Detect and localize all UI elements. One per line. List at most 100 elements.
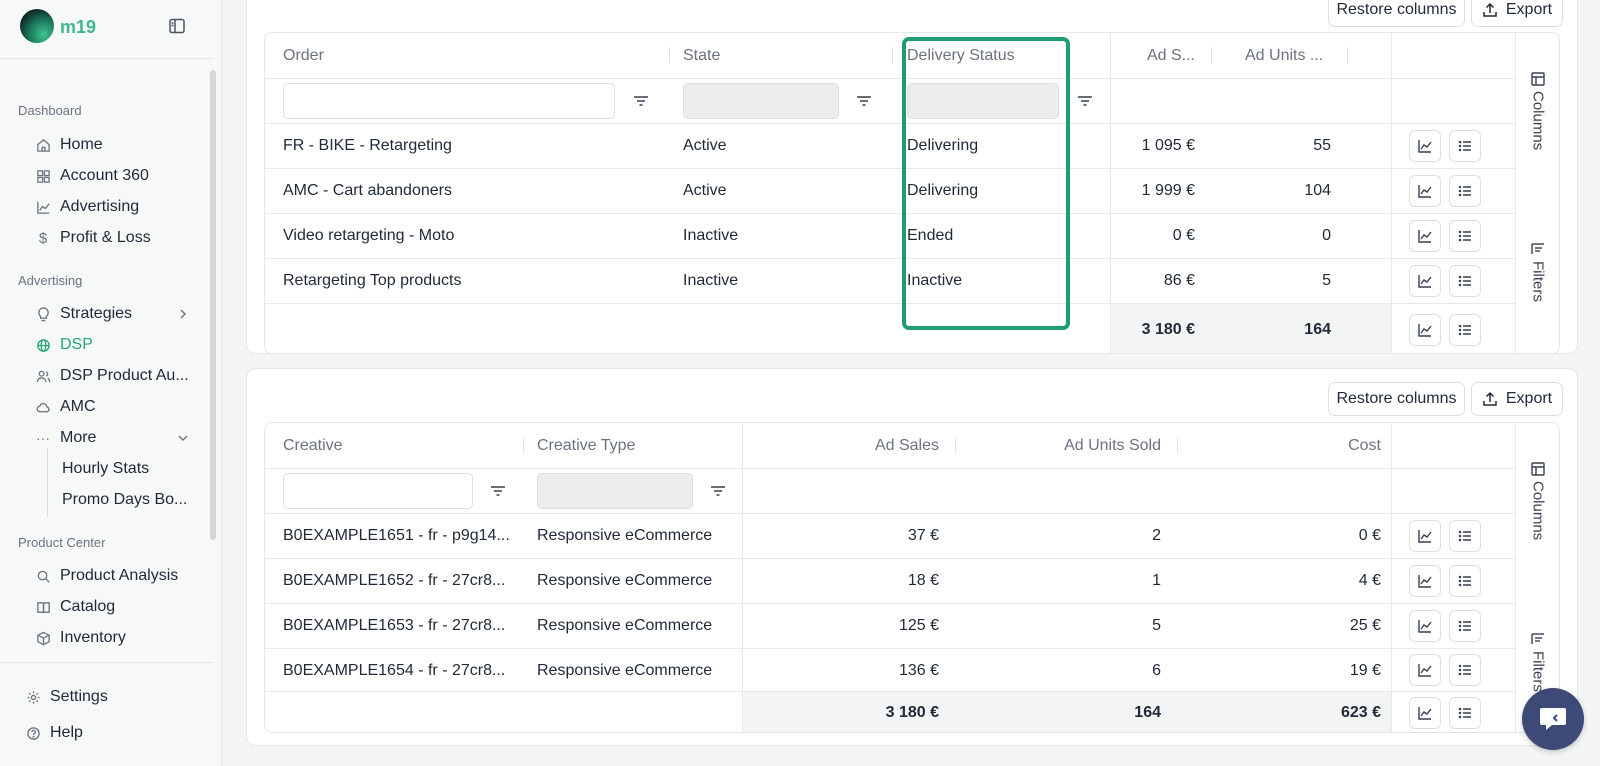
sidebar-item-home[interactable]: Home [34,132,204,158]
cell-creative[interactable]: B0EXAMPLE1653 - fr - 27cr8... [283,604,523,648]
sidebar-item-advertising[interactable]: Advertising [34,194,204,220]
sidebar-item-strategies[interactable]: Strategies [34,301,204,327]
sidebar-item-dsp-product-audiences[interactable]: DSP Product Au... [34,363,204,389]
cell-creative[interactable]: B0EXAMPLE1651 - fr - p9g14... [283,514,523,558]
sidebar-item-help[interactable]: Help [24,720,204,746]
column-header-ad-units-sold[interactable]: Ad Units Sold [965,423,1161,468]
column-separator[interactable] [892,47,893,63]
upload-icon [1483,391,1497,406]
chart-button[interactable] [1409,220,1441,252]
book-icon [34,598,52,616]
column-separator[interactable] [669,47,670,63]
column-header-cost[interactable]: Cost [1185,423,1381,468]
filter-icon[interactable] [854,91,874,111]
sidebar-toggle-icon[interactable] [168,17,186,35]
creative-type-filter-input[interactable] [537,473,693,509]
logo-text: m19 [60,17,97,37]
state-filter-input[interactable] [683,83,839,119]
sidebar-scrollbar[interactable] [210,70,216,540]
restore-columns-button[interactable]: Restore columns [1328,0,1465,27]
chart-button[interactable] [1409,654,1441,686]
details-button[interactable] [1449,220,1481,252]
filters-tab[interactable]: Filters [1526,241,1550,302]
details-button[interactable] [1449,565,1481,597]
sidebar-subitem-promo-days[interactable]: Promo Days Bo... [62,491,187,509]
chart-button[interactable] [1409,130,1441,162]
details-button[interactable] [1449,265,1481,297]
order-filter-input[interactable] [283,83,615,119]
sidebar-item-amc[interactable]: AMC [34,394,204,420]
sidebar-item-catalog[interactable]: Catalog [34,594,204,620]
list-icon [1458,185,1471,197]
total-ad-sales: 3 180 € [885,704,939,721]
restore-columns-button[interactable]: Restore columns [1328,382,1465,416]
details-button[interactable] [1449,654,1481,686]
sidebar-item-settings[interactable]: Settings [24,684,204,710]
sidebar-item-inventory[interactable]: Inventory [34,625,204,651]
column-separator[interactable] [1347,47,1348,63]
chart-button[interactable] [1409,175,1441,207]
total-ad-units: 164 [1304,320,1331,338]
details-button[interactable] [1449,314,1481,346]
details-button[interactable] [1449,697,1481,729]
chart-button[interactable] [1409,697,1441,729]
globe-icon [34,336,52,354]
cell-order[interactable]: AMC - Cart abandoners [283,169,663,213]
column-header-state[interactable]: State [683,33,863,78]
sidebar-item-profit-loss[interactable]: $ Profit & Loss [34,225,204,251]
actions-divider [1391,423,1392,732]
cell-order[interactable]: Video retargeting - Moto [283,214,663,258]
filters-tab-label: Filters [1529,651,1547,692]
chart-button[interactable] [1409,265,1441,297]
chart-line-icon [1418,185,1432,198]
chat-button[interactable] [1522,688,1584,750]
sidebar-subitem-hourly-stats[interactable]: Hourly Stats [62,460,149,478]
details-button[interactable] [1449,610,1481,642]
sidebar-item-product-analysis[interactable]: Product Analysis [34,563,204,589]
filters-tab[interactable]: Filters [1526,631,1550,692]
filter-icon[interactable] [708,481,728,501]
cell-creative[interactable]: B0EXAMPLE1654 - fr - 27cr8... [283,649,523,693]
filter-icon[interactable] [488,481,508,501]
columns-tab[interactable]: Columns [1526,461,1550,540]
chart-button[interactable] [1409,565,1441,597]
column-header-ad-units[interactable]: Ad Units ... [1245,33,1355,78]
column-header-creative[interactable]: Creative [283,423,503,468]
sidebar-item-label: More [60,429,97,446]
cell-order[interactable]: Retargeting Top products [283,259,663,303]
sidebar-item-account-360[interactable]: Account 360 [34,163,204,189]
column-header-ad-sales[interactable]: Ad Sales [743,423,939,468]
chart-button[interactable] [1409,610,1441,642]
column-header-delivery-status[interactable]: Delivery Status [907,33,1087,78]
creatives-panel: Restore columns Export Creative Creative… [246,368,1578,746]
filter-icon[interactable] [631,91,651,111]
cell-creative[interactable]: B0EXAMPLE1652 - fr - 27cr8... [283,559,523,603]
list-icon [1458,230,1471,242]
details-button[interactable] [1449,130,1481,162]
delivery-status-filter-input[interactable] [907,83,1059,119]
sidebar-item-more[interactable]: ··· More [34,425,204,451]
cell-order[interactable]: FR - BIKE - Retargeting [283,124,663,168]
cell-delivery-status: Ended [907,227,954,244]
export-button[interactable]: Export [1471,0,1563,27]
chart-button[interactable] [1409,520,1441,552]
column-separator[interactable] [523,437,524,453]
creative-filter-input[interactable] [283,473,473,509]
sidebar-item-dsp[interactable]: DSP [34,332,204,358]
sidebar-item-label: Help [50,724,83,741]
column-header-creative-type[interactable]: Creative Type [537,423,717,468]
chart-button[interactable] [1409,314,1441,346]
chart-line-icon [1418,324,1432,337]
column-separator[interactable] [955,437,956,453]
details-button[interactable] [1449,175,1481,207]
filter-icon[interactable] [1075,91,1095,111]
columns-tab[interactable]: Columns [1526,71,1550,150]
column-separator[interactable] [1211,47,1212,63]
export-button[interactable]: Export [1471,382,1563,416]
cell-ad-units-sold: 5 [1152,617,1161,634]
submenu-line [47,448,48,518]
column-separator[interactable] [1177,437,1178,453]
column-header-order[interactable]: Order [283,33,583,78]
details-button[interactable] [1449,520,1481,552]
column-header-ad-sales[interactable]: Ad S... [1111,33,1195,78]
